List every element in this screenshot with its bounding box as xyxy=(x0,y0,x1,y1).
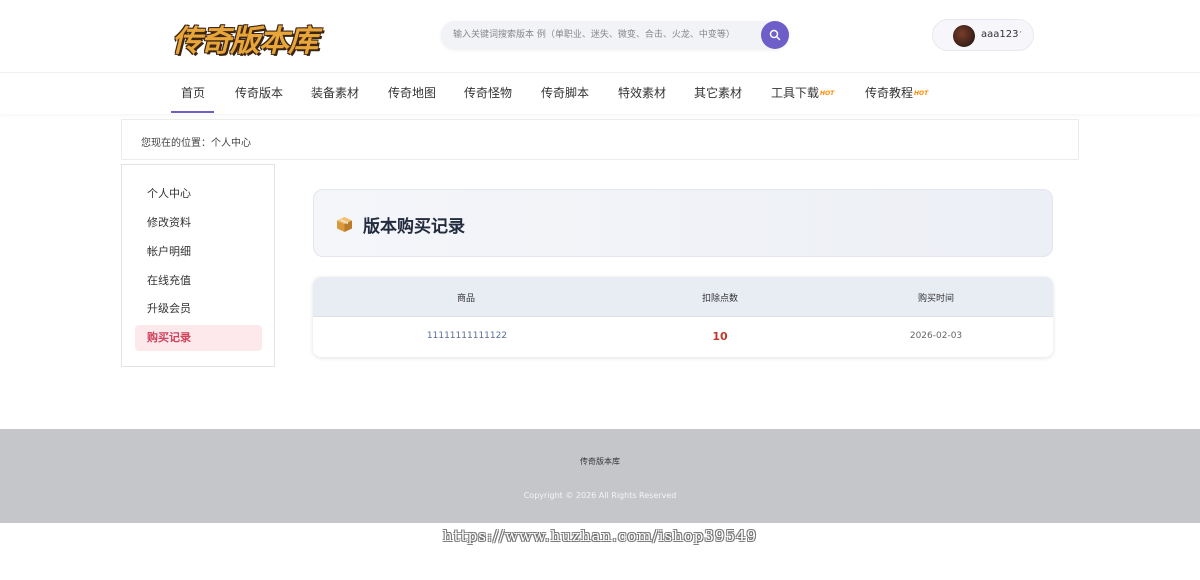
product-link[interactable]: 11111111111122 xyxy=(397,331,537,341)
column-header-points: 扣除点数 xyxy=(701,294,738,304)
package-icon xyxy=(337,217,352,232)
sidebar: 个人中心 修改资料 帐户明细 在线充值 升级会员 购买记录 xyxy=(121,164,275,367)
sidebar-item-label: 帐户明细 xyxy=(147,245,191,258)
page-title: 版本购买记录 xyxy=(363,217,465,237)
nav-item-scripts[interactable]: 传奇脚本 xyxy=(541,84,589,101)
nav-item-monsters[interactable]: 传奇怪物 xyxy=(464,84,512,101)
nav-item-tutorials[interactable]: 传奇教程HOT xyxy=(865,84,928,101)
nav-item-maps[interactable]: 传奇地图 xyxy=(388,84,436,101)
nav-label: 装备素材 xyxy=(311,86,360,100)
sidebar-item-purchase-history[interactable]: 购买记录 xyxy=(135,325,262,351)
nav-label: 传奇脚本 xyxy=(541,86,590,100)
purchase-date: 2026-02-03 xyxy=(909,331,963,341)
sidebar-item-profile[interactable]: 个人中心 xyxy=(135,181,262,207)
user-menu[interactable]: aaa123 · xyxy=(932,19,1034,51)
site-logo[interactable]: 传奇版本库 xyxy=(172,12,318,59)
nav-item-home[interactable]: 首页 xyxy=(181,84,205,101)
username: aaa123 xyxy=(981,29,1019,40)
column-header-date: 购买时间 xyxy=(917,294,954,304)
sidebar-item-upgrade[interactable]: 升级会员 xyxy=(135,296,262,322)
nav-label: 工具下载 xyxy=(771,86,820,100)
column-header-product: 商品 xyxy=(456,294,475,304)
nav-item-versions[interactable]: 传奇版本 xyxy=(235,84,283,101)
dropdown-indicator-icon: · xyxy=(1019,28,1022,38)
avatar xyxy=(953,25,975,47)
nav-label: 传奇版本 xyxy=(235,86,284,100)
search-icon xyxy=(769,29,781,41)
watermark: https://www.huzhan.com/ishop39549 xyxy=(442,527,758,545)
search-button[interactable] xyxy=(761,21,789,49)
sidebar-item-account-details[interactable]: 帐户明细 xyxy=(135,239,262,265)
nav-label: 传奇教程 xyxy=(865,86,914,100)
sidebar-item-edit-profile[interactable]: 修改资料 xyxy=(135,210,262,236)
nav-item-tools[interactable]: 工具下载HOT xyxy=(771,84,834,101)
hot-badge: HOT xyxy=(914,90,929,97)
nav-item-effects[interactable]: 特效素材 xyxy=(618,84,666,101)
hot-badge: HOT xyxy=(820,90,835,97)
nav-label: 传奇地图 xyxy=(388,86,437,100)
search-bar xyxy=(441,21,789,49)
nav-item-other[interactable]: 其它素材 xyxy=(694,84,742,101)
purchase-table: 商品 扣除点数 购买时间 11111111111122 10 2026-02-0… xyxy=(313,277,1053,357)
breadcrumb-text: 您现在的位置：个人中心 xyxy=(141,138,251,149)
page-title-card: 版本购买记录 xyxy=(313,189,1053,257)
site-footer: 传奇版本库 Copyright © 2026 All Rights Reserv… xyxy=(0,429,1200,523)
sidebar-item-label: 在线充值 xyxy=(147,274,191,287)
sidebar-item-label: 升级会员 xyxy=(147,302,191,315)
sidebar-item-recharge[interactable]: 在线充值 xyxy=(135,268,262,294)
points-value: 10 xyxy=(712,330,728,343)
nav-label: 特效素材 xyxy=(618,86,667,100)
footer-title: 传奇版本库 xyxy=(580,457,620,466)
sidebar-item-label: 修改资料 xyxy=(147,216,191,229)
nav-item-equipment[interactable]: 装备素材 xyxy=(311,84,359,101)
main-nav: 首页 传奇版本 装备素材 传奇地图 传奇怪物 传奇脚本 特效素材 其它素材 工具… xyxy=(0,72,1200,114)
breadcrumb: 您现在的位置：个人中心 xyxy=(121,119,1079,160)
nav-label: 其它素材 xyxy=(694,86,743,100)
sidebar-item-label: 购买记录 xyxy=(147,331,191,344)
logo-text: 传奇版本库 xyxy=(172,24,318,59)
search-input[interactable] xyxy=(453,21,753,49)
table-header: 商品 扣除点数 购买时间 xyxy=(313,277,1053,317)
site-header: 传奇版本库 aaa123 · xyxy=(0,0,1200,72)
nav-label: 传奇怪物 xyxy=(464,86,513,100)
footer-copyright: Copyright © 2026 All Rights Reserved xyxy=(523,491,677,500)
sidebar-item-label: 个人中心 xyxy=(147,187,191,200)
nav-active-indicator xyxy=(171,111,214,113)
nav-label: 首页 xyxy=(181,86,206,100)
